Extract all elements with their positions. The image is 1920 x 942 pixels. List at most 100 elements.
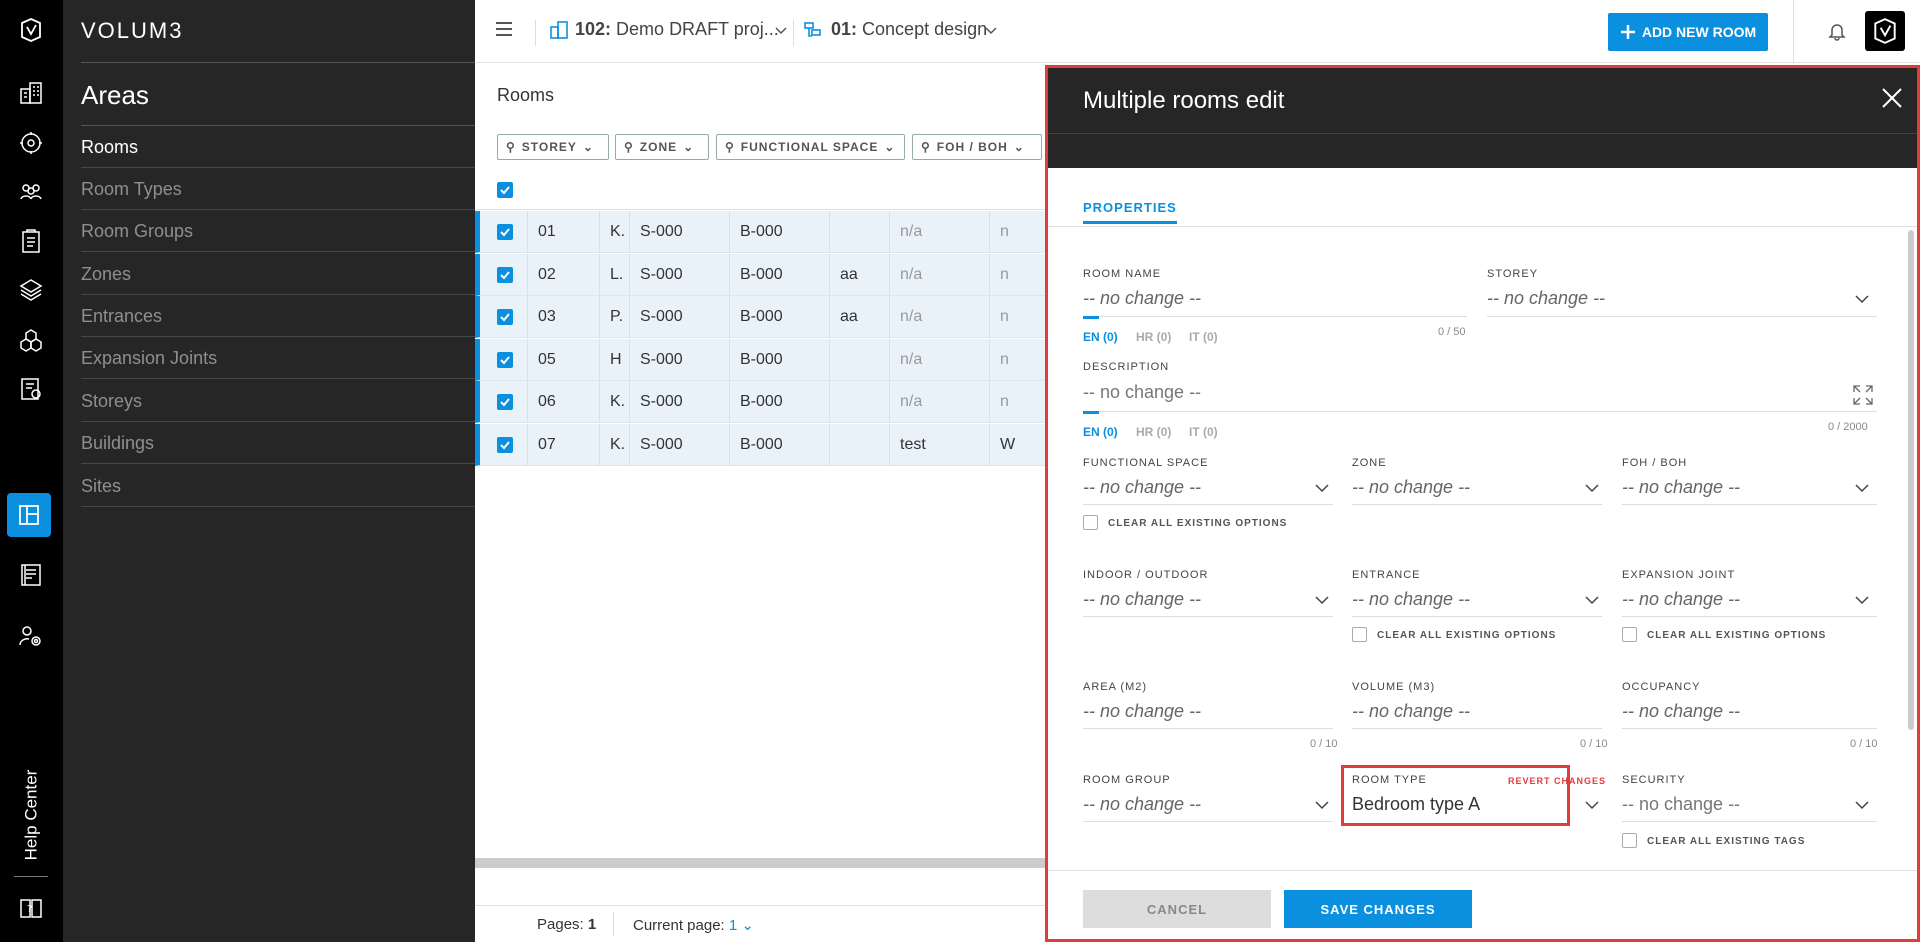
- clear-options-checkbox[interactable]: [1083, 515, 1098, 530]
- sidebar-item-entrances[interactable]: Entrances: [81, 295, 475, 337]
- chevron-down-icon[interactable]: [1584, 595, 1600, 605]
- app-logo-icon[interactable]: [13, 12, 49, 48]
- help-center-link[interactable]: Help Center: [20, 765, 42, 865]
- people-icon[interactable]: [13, 174, 49, 210]
- clipboard-icon[interactable]: [13, 223, 49, 259]
- buildings-icon[interactable]: [13, 75, 49, 111]
- sidebar-item-sites[interactable]: Sites: [81, 465, 475, 507]
- clear-tags-checkbox[interactable]: [1622, 833, 1637, 848]
- bell-icon[interactable]: [1827, 21, 1847, 41]
- expansion-joint-select[interactable]: -- no change --: [1622, 589, 1740, 610]
- clear-options-checkbox[interactable]: [1622, 627, 1637, 642]
- row-checkbox[interactable]: [497, 224, 513, 240]
- volume-input[interactable]: -- no change --: [1352, 701, 1470, 722]
- chevron-down-icon[interactable]: [1314, 483, 1330, 493]
- cubes-icon[interactable]: [13, 322, 49, 358]
- row-checkbox[interactable]: [497, 309, 513, 325]
- expand-icon[interactable]: [1852, 384, 1874, 406]
- cancel-button[interactable]: CANCEL: [1083, 890, 1271, 928]
- lang-tab-it[interactable]: IT (0): [1189, 330, 1218, 344]
- cell-building: B-000: [729, 381, 829, 423]
- lang-tab-en[interactable]: EN (0): [1083, 330, 1118, 344]
- table-row[interactable]: 03 P. S-000 B-000 aa n/a n: [475, 296, 1045, 338]
- row-checkbox[interactable]: [497, 394, 513, 410]
- help-book-icon[interactable]: ?: [13, 890, 49, 926]
- settings-cube-icon[interactable]: [13, 125, 49, 161]
- sidebar-item-room-types[interactable]: Room Types: [81, 168, 475, 210]
- vertical-scrollbar[interactable]: [1908, 230, 1914, 730]
- storey-label: STOREY: [1487, 268, 1539, 280]
- description-input[interactable]: -- no change --: [1083, 382, 1201, 403]
- table-row[interactable]: 02 L. S-000 B-000 aa n/a n: [475, 253, 1045, 296]
- sidebar-item-expansion-joints[interactable]: Expansion Joints: [81, 337, 475, 379]
- cell-building: B-000: [729, 296, 829, 338]
- chevron-down-icon[interactable]: [1314, 800, 1330, 810]
- table-row[interactable]: 07 K. S-000 B-000 test W: [475, 423, 1045, 466]
- entrance-label: ENTRANCE: [1352, 569, 1421, 581]
- zone-select[interactable]: -- no change --: [1352, 477, 1470, 498]
- add-new-room-button[interactable]: ADD NEW ROOM: [1608, 13, 1768, 51]
- chevron-down-icon: ⌄: [683, 140, 695, 154]
- avatar[interactable]: [1865, 11, 1905, 51]
- chevron-down-icon[interactable]: [773, 26, 789, 36]
- lang-tab-it[interactable]: IT (0): [1189, 425, 1218, 439]
- chevron-down-icon[interactable]: [1854, 483, 1870, 493]
- project-selector[interactable]: 102: Demo DRAFT proj...: [575, 19, 779, 40]
- room-type-select[interactable]: Bedroom type A: [1352, 794, 1480, 815]
- underline: [1622, 728, 1877, 729]
- occupancy-input[interactable]: -- no change --: [1622, 701, 1740, 722]
- foh-boh-select[interactable]: -- no change --: [1622, 477, 1740, 498]
- row-checkbox[interactable]: [497, 436, 513, 453]
- save-changes-button[interactable]: SAVE CHANGES: [1284, 890, 1472, 928]
- sidebar-item-storeys[interactable]: Storeys: [81, 380, 475, 422]
- functional-space-select[interactable]: -- no change --: [1083, 477, 1201, 498]
- room-group-select[interactable]: -- no change --: [1083, 794, 1201, 815]
- chevron-down-icon[interactable]: [1854, 595, 1870, 605]
- select-all-checkbox[interactable]: [497, 182, 513, 198]
- chevron-down-icon[interactable]: [1314, 595, 1330, 605]
- filter-storey[interactable]: ⚲ STOREY ⌄: [497, 134, 609, 160]
- gear-user-icon[interactable]: [13, 618, 49, 654]
- report-icon[interactable]: [13, 371, 49, 407]
- table-row[interactable]: 06 K. S-000 B-000 n/a n: [475, 381, 1045, 423]
- close-icon[interactable]: [1881, 87, 1903, 109]
- storey-select[interactable]: -- no change --: [1487, 288, 1605, 309]
- cell-name: L.: [599, 253, 629, 296]
- table-row[interactable]: 05 H S-000 B-000 n/a n: [475, 338, 1045, 381]
- area-input[interactable]: -- no change --: [1083, 701, 1201, 722]
- indoor-outdoor-label: INDOOR / OUTDOOR: [1083, 569, 1209, 581]
- sidebar-item-room-groups[interactable]: Room Groups: [81, 210, 475, 252]
- revert-changes-link[interactable]: REVERT CHANGES: [1508, 776, 1606, 786]
- lang-tab-en[interactable]: EN (0): [1083, 425, 1118, 439]
- chevron-down-icon[interactable]: [983, 26, 999, 36]
- security-select[interactable]: -- no change --: [1622, 794, 1740, 815]
- horizontal-scrollbar[interactable]: [475, 858, 1045, 868]
- chevron-down-icon[interactable]: [1584, 483, 1600, 493]
- lang-tab-hr[interactable]: HR (0): [1136, 330, 1171, 344]
- clear-options-checkbox[interactable]: [1352, 627, 1367, 642]
- row-checkbox[interactable]: [497, 266, 513, 283]
- indoor-outdoor-select[interactable]: -- no change --: [1083, 589, 1201, 610]
- hamburger-menu-icon[interactable]: [495, 20, 513, 38]
- tab-properties[interactable]: PROPERTIES: [1083, 200, 1177, 224]
- row-checkbox[interactable]: [497, 351, 513, 368]
- chevron-down-icon[interactable]: [1854, 294, 1870, 304]
- chevron-down-icon[interactable]: [1584, 800, 1600, 810]
- table-row[interactable]: 01 K. S-000 B-000 n/a n: [475, 211, 1045, 253]
- filter-functional-space[interactable]: ⚲ FUNCTIONAL SPACE ⌄: [716, 134, 905, 160]
- document-icon[interactable]: [13, 557, 49, 593]
- filter-foh-boh[interactable]: ⚲ FOH / BOH ⌄: [912, 134, 1042, 160]
- lang-tab-hr[interactable]: HR (0): [1136, 425, 1171, 439]
- layers-icon[interactable]: [13, 272, 49, 308]
- chevron-down-icon[interactable]: ⌄: [737, 917, 754, 934]
- sidebar-item-rooms[interactable]: Rooms: [81, 126, 475, 168]
- sidebar-item-buildings[interactable]: Buildings: [81, 422, 475, 464]
- current-page-selector[interactable]: 1: [729, 917, 737, 934]
- room-name-input[interactable]: -- no change --: [1083, 288, 1201, 309]
- filter-zone[interactable]: ⚲ ZONE ⌄: [615, 134, 709, 160]
- entrance-select[interactable]: -- no change --: [1352, 589, 1470, 610]
- chevron-down-icon[interactable]: [1854, 800, 1870, 810]
- phase-selector[interactable]: 01: Concept design: [831, 19, 987, 40]
- sidebar-item-zones[interactable]: Zones: [81, 253, 475, 295]
- floorplan-icon[interactable]: [7, 493, 51, 537]
